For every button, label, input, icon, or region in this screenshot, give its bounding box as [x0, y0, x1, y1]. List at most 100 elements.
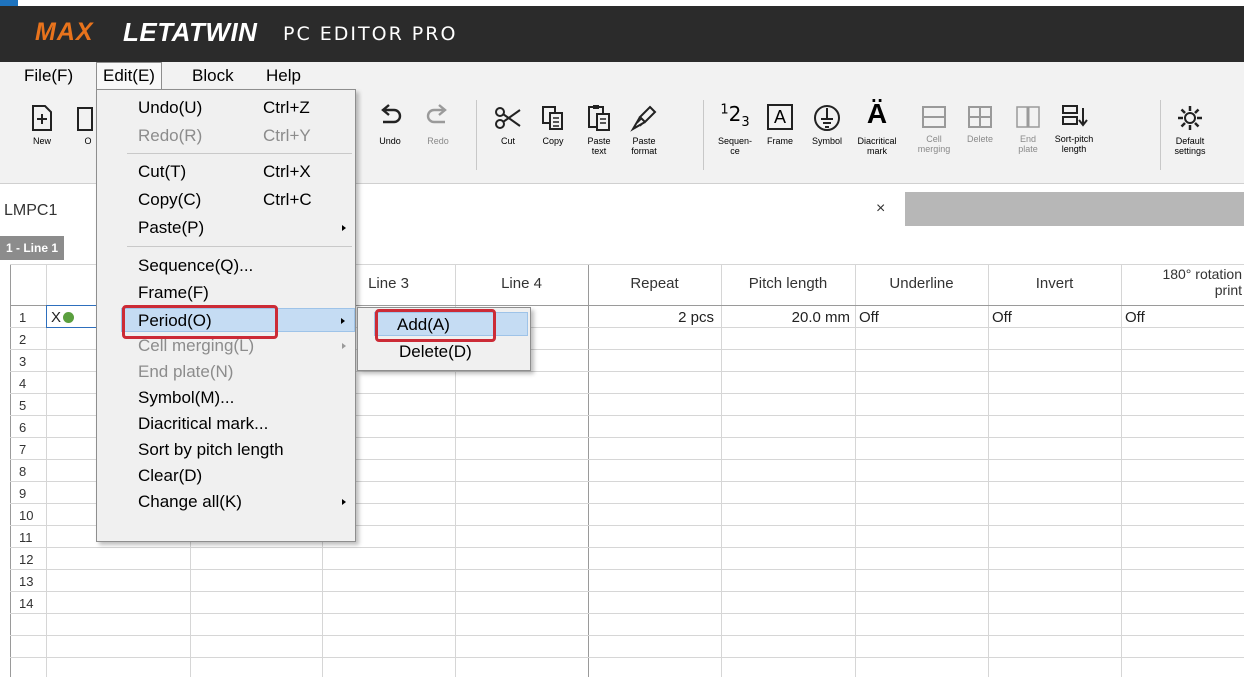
cell-underline[interactable]: Off [859, 309, 879, 326]
paste-format-button[interactable]: Paste format [622, 96, 666, 176]
undo-label: Undo [379, 136, 401, 146]
redo-label: Redo [427, 136, 449, 146]
frame-icon: A [767, 104, 793, 130]
header-180-rotation-print[interactable]: 180° rotation print [1121, 266, 1244, 298]
cell-merging-label: Cell merging [917, 134, 951, 154]
cut-button[interactable]: Cut [486, 96, 530, 176]
grid-column-line [855, 264, 856, 677]
grid-row-line [10, 547, 1244, 548]
header-underline[interactable]: Underline [855, 275, 988, 292]
default-settings-label: Default settings [1174, 136, 1206, 156]
menu-item-end-plate[interactable]: End plate(N) [97, 360, 355, 384]
cell-merge-icon [922, 106, 946, 128]
max-logo: MAX [35, 18, 94, 46]
row-number[interactable]: 4 [10, 376, 54, 391]
paste-icon [588, 105, 610, 131]
grid-column-line [988, 264, 989, 677]
row-number[interactable]: 9 [10, 486, 54, 501]
row-number[interactable]: 11 [10, 530, 54, 545]
new-label: New [32, 136, 51, 146]
title-bar: MAX LETATWIN PC EDITOR PRO [0, 0, 1244, 62]
cell-line1[interactable]: X [51, 309, 61, 326]
diacritical-icon: Ä [866, 98, 888, 129]
menu-item-sort-pitch[interactable]: Sort by pitch length [97, 438, 355, 462]
menu-bar: File(F) Edit(E) Block Help [0, 62, 1244, 92]
redo-icon [426, 104, 447, 124]
menu-item-sequence[interactable]: Sequence(Q)... [97, 254, 355, 278]
ground-symbol-icon [814, 105, 840, 131]
delete-label: Delete [966, 134, 993, 144]
row-number[interactable]: 8 [10, 464, 54, 479]
undo-button[interactable]: Undo [368, 96, 412, 176]
grid-column-line [1121, 264, 1122, 677]
row-number[interactable]: 6 [10, 420, 54, 435]
row-number[interactable]: 5 [10, 398, 54, 413]
menu-item-undo[interactable]: Undo(U) Ctrl+Z [97, 96, 355, 120]
menu-item-change-all[interactable]: Change all(K) [97, 490, 355, 514]
row-number[interactable]: 14 [10, 596, 54, 611]
menu-item-clear[interactable]: Clear(D) [97, 464, 355, 488]
header-pitch-length[interactable]: Pitch length [721, 275, 855, 292]
menu-item-copy[interactable]: Copy(C) Ctrl+C [97, 188, 355, 212]
paste-text-button[interactable]: Paste text [577, 96, 621, 176]
menu-item-cut[interactable]: Cut(T) Ctrl+X [97, 160, 355, 184]
menu-block[interactable]: Block [186, 62, 240, 90]
copy-icon [542, 106, 563, 130]
menu-item-symbol[interactable]: Symbol(M)... [97, 386, 355, 410]
paste-text-label: Paste text [587, 136, 611, 156]
frame-button[interactable]: A Frame [758, 96, 802, 176]
cell-merging-button[interactable]: Cell merging [912, 96, 956, 176]
menu-help[interactable]: Help [260, 62, 307, 90]
end-plate-button[interactable]: End plate [1006, 96, 1050, 176]
row-number[interactable]: 7 [10, 442, 54, 457]
cut-label: Cut [500, 136, 515, 146]
frame-label: Frame [766, 136, 793, 146]
row-number[interactable]: 3 [10, 354, 54, 369]
menu-item-paste[interactable]: Paste(P) [97, 216, 355, 240]
symbol-button[interactable]: Symbol [805, 96, 849, 176]
sheet-tab[interactable]: 1 - Line 1 [0, 236, 65, 260]
menu-item-redo[interactable]: Redo(R) Ctrl+Y [97, 124, 355, 148]
row-number[interactable]: 10 [10, 508, 54, 523]
diacritical-mark-button[interactable]: Ä Diacritical mark [852, 96, 902, 176]
cell-invert[interactable]: Off [992, 309, 1012, 326]
annotation-highlight-add [375, 309, 496, 342]
new-file-icon [32, 105, 52, 131]
header-invert[interactable]: Invert [988, 275, 1121, 292]
row-number[interactable]: 13 [10, 574, 54, 589]
delete-cell-icon [968, 106, 992, 128]
format-brush-icon [630, 105, 657, 132]
row-number[interactable]: 2 [10, 332, 54, 347]
default-settings-button[interactable]: Default settings [1168, 96, 1212, 176]
grid-row-line [10, 569, 1244, 570]
app-subtitle: PC EDITOR PRO [283, 23, 458, 45]
menu-item-frame[interactable]: Frame(F) [97, 281, 355, 305]
document-tab[interactable]: LMPC1 [4, 202, 57, 220]
delete-button[interactable]: Delete [958, 96, 1002, 176]
scissors-icon [495, 107, 521, 129]
sort-pitch-length-button[interactable]: Sort-pitch length [1052, 96, 1096, 176]
cell-repeat[interactable]: 2 pcs [588, 309, 714, 326]
submenu-arrow-icon [342, 225, 346, 231]
submenu-item-delete[interactable]: Delete(D) [358, 340, 530, 364]
copy-button[interactable]: Copy [531, 96, 575, 176]
new-button[interactable]: New [20, 96, 64, 176]
paste-format-label: Paste format [631, 136, 657, 156]
sort-pitch-icon [1062, 105, 1088, 127]
cell-pitch-length[interactable]: 20.0 mm [721, 309, 850, 326]
menu-item-diacritical-mark[interactable]: Diacritical mark... [97, 412, 355, 436]
annotation-highlight-period [122, 305, 278, 339]
menu-file[interactable]: File(F) [18, 62, 79, 90]
redo-button[interactable]: Redo [416, 96, 460, 176]
end-plate-label: End plate [1018, 134, 1038, 154]
cell-rotation[interactable]: Off [1125, 309, 1145, 326]
header-repeat[interactable]: Repeat [588, 275, 721, 292]
tab-bar-filler [905, 192, 1244, 226]
close-icon[interactable]: × [876, 200, 885, 218]
header-line-4[interactable]: Line 4 [455, 275, 588, 292]
sequence-button[interactable]: 123 Sequen-ce [713, 96, 757, 176]
row-number[interactable]: 12 [10, 552, 54, 567]
menu-edit[interactable]: Edit(E) [96, 62, 162, 92]
submenu-arrow-icon [341, 318, 345, 324]
grid-row-line [10, 613, 1244, 614]
